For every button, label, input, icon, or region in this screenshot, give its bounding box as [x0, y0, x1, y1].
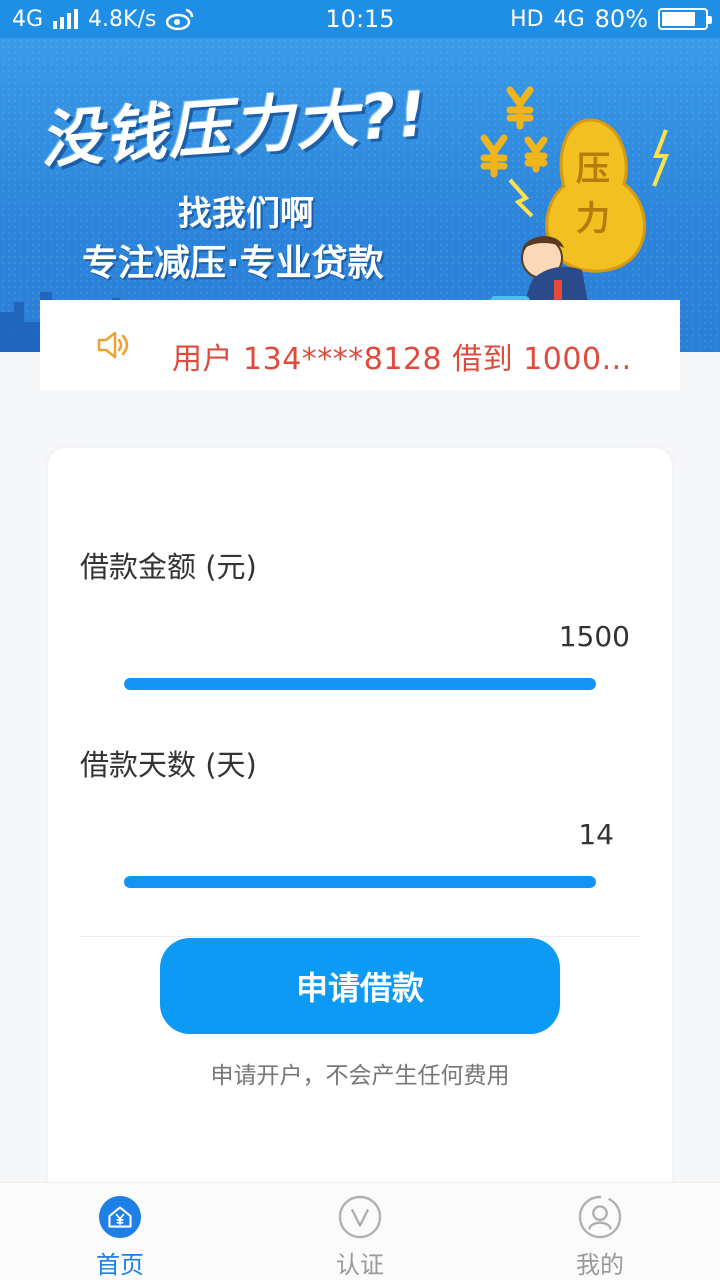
bottom-nav: 首页 认证 我的 — [0, 1182, 720, 1280]
days-slider[interactable] — [124, 876, 596, 888]
days-slider-fill — [124, 876, 596, 888]
apply-loan-button[interactable]: 申请借款 — [160, 938, 560, 1034]
banner-subtitle-1: 找我们啊 — [178, 194, 314, 234]
announcement-bar[interactable]: 用户 134****8128 借到 1000... — [40, 300, 680, 390]
battery-percent: 80% — [594, 5, 648, 33]
weibo-icon — [166, 8, 194, 30]
verify-icon — [338, 1195, 382, 1239]
battery-icon — [658, 8, 712, 30]
days-value: 14 — [578, 818, 614, 851]
divider — [80, 936, 640, 937]
nav-item-home[interactable]: 首页 — [0, 1183, 240, 1280]
bag-char-1: 压 — [576, 149, 610, 189]
nav-item-verify[interactable]: 认证 — [240, 1183, 480, 1280]
network-type-left: 4G — [12, 6, 44, 32]
profile-icon — [578, 1195, 622, 1239]
signal-icon — [53, 9, 79, 29]
loan-card: 借款金额 (元) 1500 借款天数 (天) 14 申请借款 申请开户，不会产生… — [48, 448, 672, 1208]
amount-label: 借款金额 (元) — [80, 550, 257, 584]
battery-fill — [662, 12, 695, 26]
announcement-text: 用户 134****8128 借到 1000... — [172, 342, 632, 377]
banner-subtitle-2: 专注减压·专业贷款 — [82, 243, 384, 284]
nav-label-profile: 我的 — [576, 1251, 624, 1279]
network-type-right: 4G — [553, 6, 585, 32]
network-speed: 4.8K/s — [88, 6, 157, 32]
hd-indicator: HD — [510, 6, 544, 32]
apply-note: 申请开户，不会产生任何费用 — [210, 1063, 510, 1089]
status-bar: 4G 4.8K/s 10:15 HD 4G 80% — [0, 0, 720, 38]
home-icon — [98, 1195, 142, 1239]
bag-char-2: 力 — [576, 199, 610, 239]
amount-slider-fill — [124, 678, 596, 690]
nav-label-home: 首页 — [96, 1251, 144, 1279]
app-screen: 4G 4.8K/s 10:15 HD 4G 80% 没钱压力大?! 找我们啊 专… — [0, 0, 720, 1280]
nav-label-verify: 认证 — [336, 1251, 384, 1279]
days-label: 借款天数 (天) — [80, 748, 257, 782]
speaker-icon — [96, 330, 136, 360]
amount-slider[interactable] — [124, 678, 596, 690]
amount-value: 1500 — [558, 620, 630, 653]
nav-item-profile[interactable]: 我的 — [480, 1183, 720, 1280]
